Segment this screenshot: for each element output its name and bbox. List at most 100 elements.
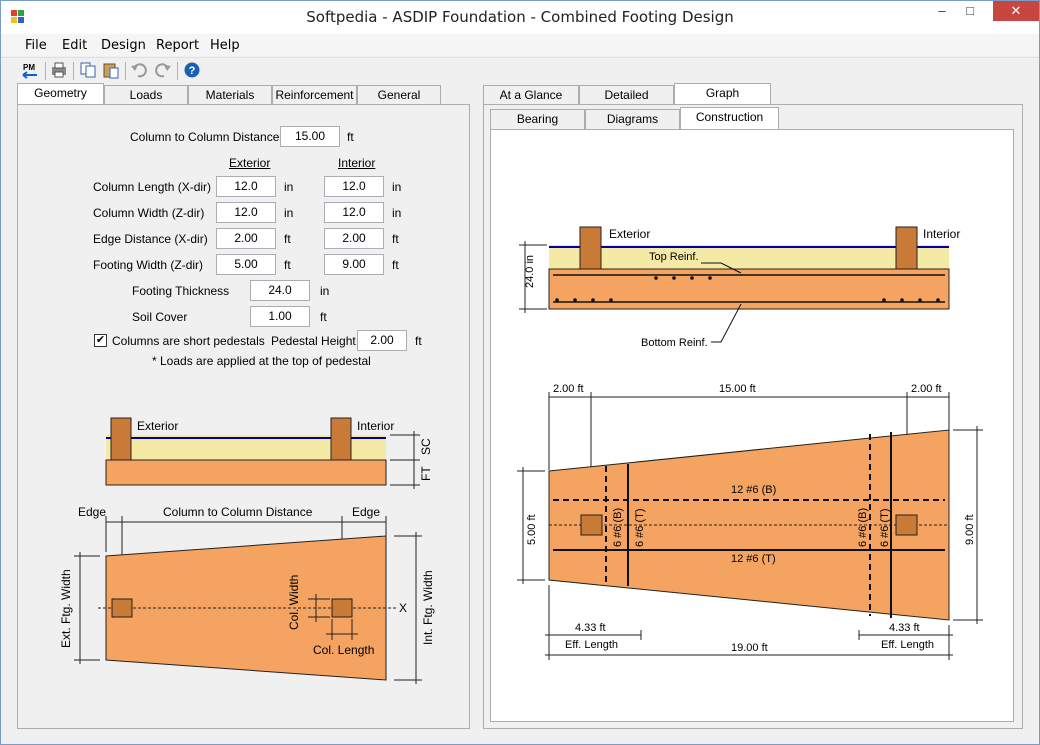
trans-int-t-label: 6 #6 (T) [879, 508, 891, 547]
elev-exterior-label: Exterior [137, 419, 178, 433]
section-interior-column [895, 226, 918, 270]
int-width-label: Int. Ftg. Width [421, 570, 435, 645]
col-length-ext-field[interactable]: 12.0 [216, 176, 276, 197]
tab-general[interactable]: General [357, 85, 441, 105]
subtab-diagrams[interactable]: Diagrams [585, 109, 680, 129]
col-distance-field[interactable]: 15.00 [280, 126, 340, 147]
tab-geometry[interactable]: Geometry [17, 83, 104, 105]
edge-right-label: Edge [352, 505, 380, 519]
col-distance-unit: ft [347, 130, 354, 144]
x-axis-label: X [399, 601, 407, 615]
pedestal-checkbox[interactable]: ✔ [94, 334, 107, 347]
menu-report[interactable]: Report [156, 38, 199, 53]
toolbar-separator [45, 62, 46, 80]
menu-edit[interactable]: Edit [62, 38, 87, 53]
print-button[interactable] [49, 61, 69, 81]
pedestal-check-label[interactable]: Columns are short pedestals [112, 334, 265, 348]
minimize-button[interactable]: – [929, 1, 955, 21]
geometry-panel: Column to Column Distance 15.00 ft Exter… [17, 104, 470, 729]
help-icon: ? [184, 62, 200, 78]
copy-icon [80, 62, 96, 78]
toolbar-separator [177, 62, 178, 80]
section-exterior-column [579, 226, 602, 270]
pedestal-height-field[interactable]: 2.00 [357, 330, 407, 351]
section-interior-label: Interior [923, 227, 960, 241]
menu-help[interactable]: Help [210, 38, 240, 53]
trans-ext-t-label: 6 #6 (T) [634, 508, 646, 547]
plan-ext-column [580, 514, 603, 536]
plan-diagram: Edge Column to Column Distance Edge X Ex… [59, 505, 435, 684]
title-bar: Softpedia - ASDIP Foundation - Combined … [1, 1, 1039, 34]
total-length-label: 19.00 ft [731, 642, 768, 654]
construction-canvas: Exterior Interior Top Reinf. Bottom Rein… [490, 129, 1014, 722]
exterior-header: Exterior [229, 156, 271, 170]
top-reinf-label: Top Reinf. [649, 251, 699, 263]
edge-distance-ext-unit: ft [284, 232, 291, 246]
menu-bar: File Edit Design Report Help [1, 34, 1039, 56]
dim-edge-left: 2.00 ft [553, 383, 584, 395]
tab-graph[interactable]: Graph [674, 83, 771, 105]
edge-distance-ext-field[interactable]: 2.00 [216, 228, 276, 249]
thickness-field[interactable]: 24.0 [250, 280, 310, 301]
copy-button[interactable] [78, 61, 98, 81]
elevation-diagram: Exterior Interior SC FT [105, 417, 433, 489]
close-button[interactable]: ✕ [993, 1, 1039, 21]
app-window: Softpedia - ASDIP Foundation - Combined … [0, 0, 1040, 745]
elev-interior-label: Interior [357, 419, 394, 433]
eff-left-label: Eff. Length [565, 639, 618, 651]
trans-int-b-label: 6 #6 (B) [857, 508, 869, 547]
tab-at-a-glance[interactable]: At a Glance [483, 85, 579, 105]
width-right-label: 9.00 ft [964, 514, 976, 545]
section-exterior-label: Exterior [609, 227, 650, 241]
paste-button[interactable] [101, 61, 121, 81]
soil-cover-unit: ft [320, 310, 327, 324]
soil-cover-label: Soil Cover [132, 310, 188, 324]
subtab-bearing[interactable]: Bearing [490, 109, 585, 129]
toolbar-separator [73, 62, 74, 80]
interior-column [330, 417, 352, 461]
col-length-int-unit: in [392, 180, 402, 194]
tab-loads[interactable]: Loads [104, 85, 188, 105]
exterior-column [110, 417, 132, 461]
bars-bottom-label: 12 #6 (B) [731, 484, 776, 496]
maximize-button[interactable]: □ [957, 1, 983, 21]
col-width-int-unit: in [392, 206, 402, 220]
toolbar-separator [125, 62, 126, 80]
bars-top-label: 12 #6 (T) [731, 553, 776, 565]
pm-label: PM [23, 63, 35, 72]
tab-materials[interactable]: Materials [188, 85, 272, 105]
toolbar: PM ? [1, 57, 1039, 83]
graph-panel: Bearing Diagrams Construction Exterior I… [483, 104, 1023, 729]
pm-icon: PM [22, 63, 37, 79]
eff-right-value: 4.33 ft [889, 622, 920, 634]
footing-width-ext-unit: ft [284, 258, 291, 272]
dim-edge-right: 2.00 ft [911, 383, 942, 395]
soil-cover-field[interactable]: 1.00 [250, 306, 310, 327]
menu-design[interactable]: Design [101, 38, 146, 53]
help-button[interactable]: ? [182, 61, 202, 81]
redo-button[interactable] [153, 61, 173, 81]
dim-span: 15.00 ft [719, 383, 756, 395]
tab-detailed[interactable]: Detailed [579, 85, 674, 105]
sc-label: SC [419, 438, 433, 455]
col-width-int-field[interactable]: 12.0 [324, 202, 384, 223]
pm-button[interactable]: PM [19, 61, 43, 81]
footing-width-ext-field[interactable]: 5.00 [216, 254, 276, 275]
edge-distance-int-unit: ft [392, 232, 399, 246]
col-distance-label: Column to Column Distance [130, 130, 280, 144]
col-length-int-field[interactable]: 12.0 [324, 176, 384, 197]
footing-width-int-unit: ft [392, 258, 399, 272]
edge-left-label: Edge [78, 505, 106, 519]
print-icon [52, 62, 66, 78]
footing-width-int-field[interactable]: 9.00 [324, 254, 384, 275]
menu-file[interactable]: File [25, 38, 47, 53]
subtab-construction[interactable]: Construction [680, 107, 779, 129]
col-width-label: Column Width (Z-dir) [93, 206, 205, 220]
edge-distance-int-field[interactable]: 2.00 [324, 228, 384, 249]
tab-reinforcement[interactable]: Reinforcement [272, 85, 357, 105]
col-width-ext-field[interactable]: 12.0 [216, 202, 276, 223]
section-soil [549, 245, 949, 269]
plan-int-column [895, 514, 918, 536]
footing-section [105, 459, 387, 486]
undo-button[interactable] [129, 61, 149, 81]
